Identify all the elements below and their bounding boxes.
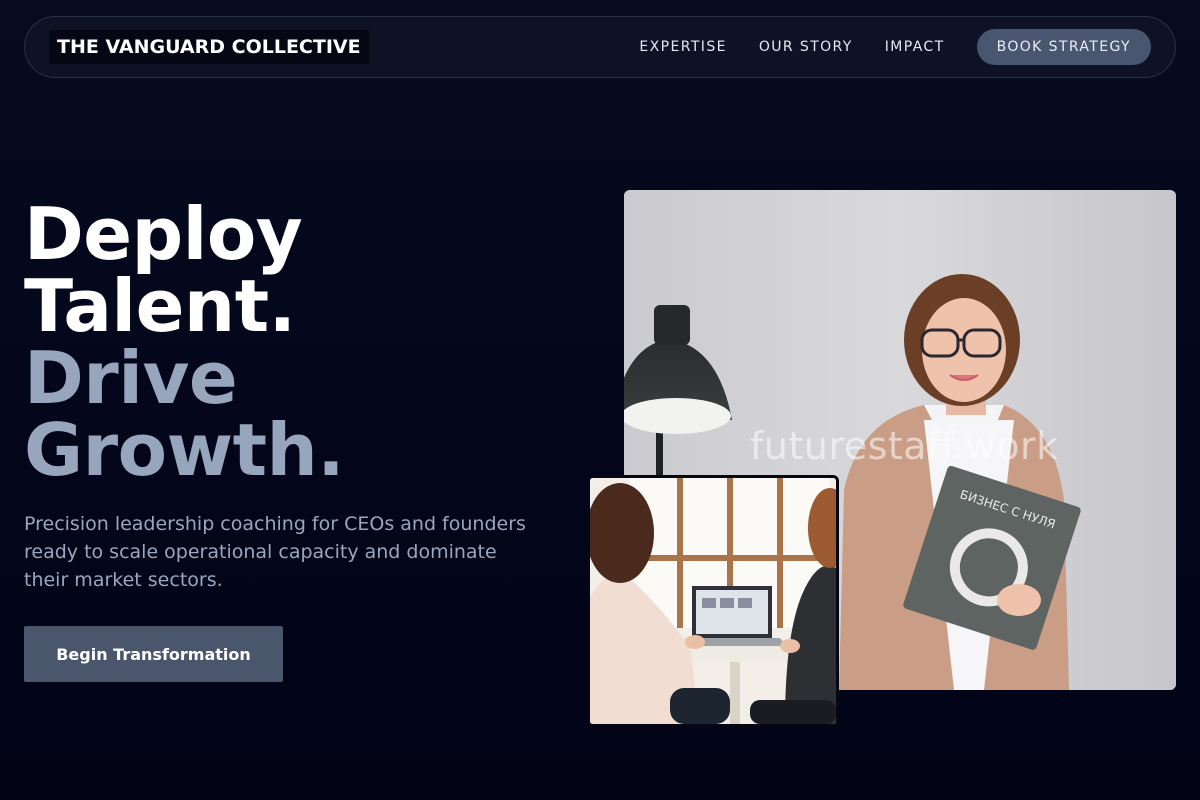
hero-subtext: Precision leadership coaching for CEOs a… (24, 513, 526, 591)
book-strategy-button[interactable]: BOOK STRATEGY (976, 29, 1151, 65)
photo-watermark: futurestaff.work (750, 424, 1059, 468)
nav-link-our-story[interactable]: OUR STORY (759, 39, 853, 55)
headline-line-1: Deploy (24, 192, 303, 276)
headline-line-2: Talent. (24, 264, 296, 348)
nav-link-impact[interactable]: IMPACT (885, 39, 945, 55)
team-meeting-illustration (590, 478, 836, 724)
headline-line-4: Growth. (24, 408, 345, 492)
top-navigation: THE VANGUARD COLLECTIVE EXPERTISE OUR ST… (24, 16, 1176, 78)
nav-link-expertise[interactable]: EXPERTISE (639, 39, 726, 55)
headline-line-3: Drive (24, 336, 238, 420)
hero-headline: Deploy Talent. Drive Growth. (24, 198, 584, 486)
nav-links: EXPERTISE OUR STORY IMPACT BOOK STRATEGY (607, 29, 1151, 65)
team-meeting-photo (587, 475, 839, 727)
brand-logo[interactable]: THE VANGUARD COLLECTIVE (49, 30, 369, 64)
landing-page: THE VANGUARD COLLECTIVE EXPERTISE OUR ST… (0, 0, 1200, 800)
begin-transformation-button[interactable]: Begin Transformation (24, 626, 283, 682)
